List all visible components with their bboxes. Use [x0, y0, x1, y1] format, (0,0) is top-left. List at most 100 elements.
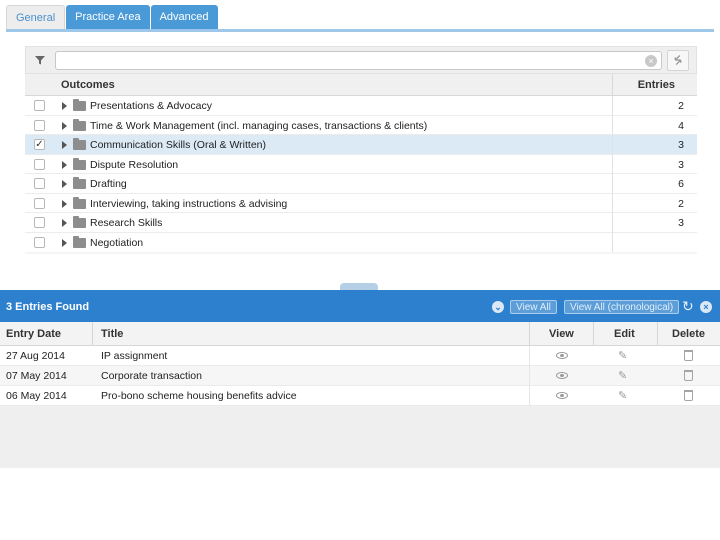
- tab-advanced[interactable]: Advanced: [150, 5, 218, 30]
- entry-date: 27 Aug 2014: [6, 350, 65, 362]
- pencil-icon[interactable]: ✎: [618, 350, 630, 362]
- row-checkbox[interactable]: [34, 236, 45, 248]
- column-divider: [612, 193, 613, 213]
- row-checkbox[interactable]: [34, 217, 45, 228]
- outcome-row[interactable]: Time & Work Management (incl. managing c…: [25, 115, 697, 135]
- column-divider: [92, 322, 93, 346]
- outcome-label: Drafting: [90, 178, 127, 190]
- column-divider: [612, 213, 613, 233]
- folder-icon: [73, 235, 86, 248]
- tab-underline: [6, 29, 714, 32]
- outcome-row[interactable]: Interviewing, taking instructions & advi…: [25, 193, 697, 213]
- splitter-handle[interactable]: [340, 283, 378, 290]
- outcome-count: 2: [678, 100, 684, 112]
- column-divider: [612, 135, 613, 155]
- outcome-label: Time & Work Management (incl. managing c…: [90, 119, 428, 132]
- column-divider: [529, 346, 530, 366]
- outcome-row[interactable]: Dispute Resolution 3: [25, 154, 697, 174]
- collapse-button[interactable]: [667, 50, 689, 71]
- edit-column-header: Edit: [614, 328, 635, 340]
- trash-icon[interactable]: [684, 350, 693, 361]
- outcome-label: Research Skills: [90, 217, 163, 229]
- tab-general[interactable]: General: [6, 5, 66, 30]
- outcomes-column-header[interactable]: Outcomes: [61, 79, 115, 91]
- expand-arrow-icon[interactable]: [62, 141, 67, 149]
- outcome-label: Communication Skills (Oral & Written): [90, 139, 267, 151]
- outcome-count: 3: [678, 217, 684, 229]
- entries-column-header[interactable]: Entries: [638, 79, 675, 91]
- row-checkbox[interactable]: [34, 119, 45, 131]
- folder-icon: [73, 216, 86, 228]
- folder-icon: [73, 177, 86, 189]
- filter-input[interactable]: [55, 51, 662, 70]
- outcome-row[interactable]: Presentations & Advocacy 2: [25, 96, 697, 116]
- chevron-down-icon[interactable]: ⌄: [492, 301, 504, 313]
- expand-arrow-icon[interactable]: [62, 121, 67, 130]
- table-row[interactable]: 06 May 2014 Pro-bono scheme housing bene…: [0, 386, 720, 406]
- close-icon[interactable]: ×: [700, 301, 712, 313]
- column-divider: [657, 322, 658, 346]
- refresh-icon[interactable]: ↻: [682, 299, 696, 313]
- row-checkbox-checked[interactable]: ✓: [34, 139, 45, 150]
- outcome-row[interactable]: Research Skills 3: [25, 213, 697, 233]
- eye-icon[interactable]: [556, 372, 568, 379]
- delete-column-header: Delete: [672, 328, 706, 340]
- view-all-chronological-button[interactable]: View All (chronological): [564, 300, 680, 314]
- table-row[interactable]: 07 May 2014 Corporate transaction ✎: [0, 366, 720, 386]
- folder-icon: [73, 138, 86, 150]
- collapse-icon: [674, 55, 682, 66]
- outcome-label: Negotiation: [90, 236, 144, 249]
- outcome-count: 6: [678, 178, 684, 190]
- outcome-label: Dispute Resolution: [90, 158, 179, 171]
- outcome-row[interactable]: ✓ Communication Skills (Oral & Written) …: [25, 135, 697, 155]
- expand-arrow-icon[interactable]: [62, 238, 67, 247]
- outcomes-panel: × Outcomes Entries Presentations & Advoc…: [25, 46, 697, 254]
- eye-icon[interactable]: [556, 352, 568, 359]
- clear-filter-icon[interactable]: ×: [645, 55, 657, 67]
- pencil-icon[interactable]: ✎: [618, 390, 630, 402]
- entries-found-label: 3 Entries Found: [6, 301, 90, 313]
- outcome-row[interactable]: Negotiation: [25, 232, 697, 252]
- table-row[interactable]: 27 Aug 2014 IP assignment ✎: [0, 346, 720, 366]
- entries-panel: 3 Entries Found ⌄ View All View All (chr…: [0, 290, 720, 468]
- folder-icon: [73, 157, 86, 170]
- expand-arrow-icon[interactable]: [62, 219, 67, 227]
- filter-bar: ×: [25, 46, 697, 74]
- row-checkbox[interactable]: [34, 158, 45, 170]
- entry-title[interactable]: IP assignment: [101, 350, 167, 362]
- column-divider: [612, 74, 613, 96]
- folder-icon: [73, 196, 86, 209]
- expand-arrow-icon[interactable]: [62, 102, 67, 110]
- view-column-header: View: [549, 328, 574, 340]
- column-divider: [529, 386, 530, 406]
- entry-date: 06 May 2014: [6, 390, 67, 402]
- entry-title[interactable]: Corporate transaction: [101, 370, 202, 382]
- expand-arrow-icon[interactable]: [62, 180, 67, 188]
- pencil-icon[interactable]: ✎: [618, 370, 630, 382]
- row-checkbox[interactable]: [34, 100, 45, 111]
- row-checkbox[interactable]: [34, 178, 45, 189]
- title-column-header[interactable]: Title: [101, 328, 123, 340]
- expand-arrow-icon[interactable]: [62, 160, 67, 169]
- view-all-button[interactable]: View All: [510, 300, 557, 314]
- folder-icon: [73, 99, 86, 111]
- folder-icon: [73, 118, 86, 131]
- column-divider: [593, 322, 594, 346]
- outcome-count: 4: [678, 119, 684, 132]
- outcome-label: Interviewing, taking instructions & advi…: [90, 197, 288, 210]
- outcomes-header: Outcomes Entries: [25, 74, 697, 96]
- filter-icon[interactable]: [34, 54, 46, 66]
- tab-practice-area[interactable]: Practice Area: [66, 5, 150, 30]
- trash-icon[interactable]: [684, 370, 693, 381]
- trash-icon[interactable]: [684, 390, 693, 401]
- eye-icon[interactable]: [556, 392, 568, 399]
- row-checkbox[interactable]: [34, 197, 45, 209]
- entry-date-column-header[interactable]: Entry Date: [6, 328, 61, 340]
- expand-arrow-icon[interactable]: [62, 199, 67, 208]
- column-divider: [529, 366, 530, 386]
- entry-title[interactable]: Pro-bono scheme housing benefits advice: [101, 390, 297, 402]
- column-divider: [612, 154, 613, 174]
- outcome-count: 2: [678, 197, 684, 210]
- entries-toolbar: 3 Entries Found ⌄ View All View All (chr…: [0, 290, 720, 322]
- outcome-row[interactable]: Drafting 6: [25, 174, 697, 194]
